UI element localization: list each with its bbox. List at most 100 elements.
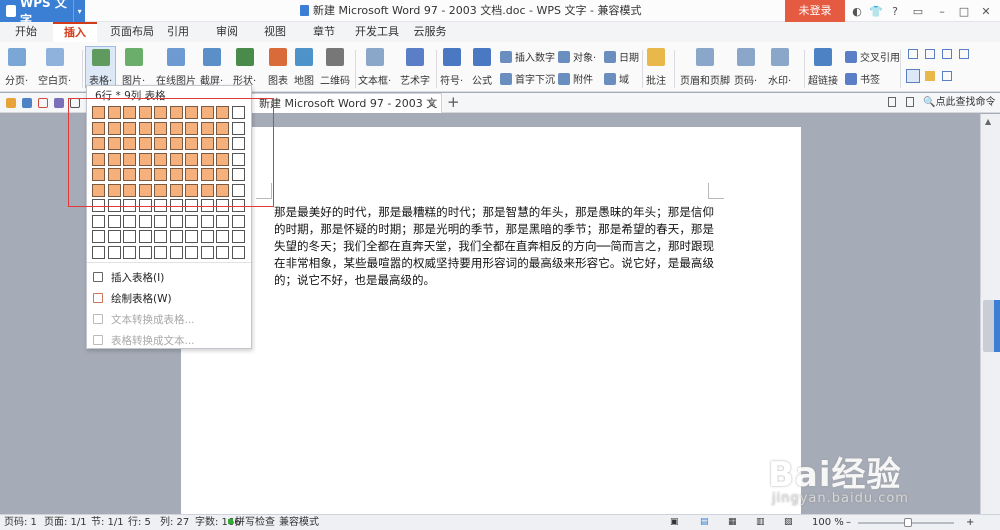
table-grid-cell[interactable] (92, 230, 105, 243)
layout-icon[interactable] (906, 69, 920, 83)
spell-check[interactable]: 拼写检查 (228, 515, 275, 530)
scroll-up-icon[interactable]: ▲ (985, 117, 991, 126)
tab-start[interactable]: 开始 (8, 22, 44, 42)
layout-icon[interactable] (925, 71, 935, 81)
formula-button[interactable]: 公式 (472, 48, 492, 87)
doc-layout-icon[interactable] (888, 97, 896, 107)
drop-cap-button[interactable]: 首字下沉 (500, 71, 555, 86)
table-grid-cell[interactable] (185, 214, 198, 228)
print-icon[interactable] (54, 98, 64, 108)
close-tab-icon[interactable]: ✕ (428, 94, 437, 113)
help-icon[interactable]: ? (887, 3, 903, 19)
page-break-button[interactable]: 分页· (5, 48, 28, 87)
layout-icon[interactable] (925, 49, 935, 59)
app-menu-button[interactable]: WPS 文字 ▾ (0, 0, 85, 27)
tab-view[interactable]: 视图 (260, 22, 290, 42)
table-grid-cell[interactable] (200, 245, 214, 259)
document-tab[interactable]: 新建 Microsoft Word 97 - 2003 文档.doc ✕ (250, 93, 442, 129)
table-grid-cell[interactable] (169, 230, 183, 243)
close-icon[interactable]: ✕ (978, 3, 994, 19)
zoom-level[interactable]: 100 % (812, 515, 844, 530)
table-grid-cell[interactable] (200, 230, 214, 243)
object-button[interactable]: 对象· (558, 49, 596, 64)
reading-view-icon[interactable]: ▧ (784, 515, 793, 530)
table-grid-cell[interactable] (154, 245, 167, 259)
textbox-button[interactable]: 文本框· (358, 48, 391, 87)
table-grid-cell[interactable] (231, 230, 245, 243)
cross-ref-button[interactable]: 交叉引用 (845, 49, 900, 64)
insert-number-button[interactable]: 插入数字 (500, 49, 555, 64)
restore-ribbon-icon[interactable]: ▭ (910, 3, 926, 19)
view-icon[interactable]: ▣ (670, 515, 679, 530)
screenshot-button[interactable]: 截屏· (200, 48, 223, 87)
hyperlink-button[interactable]: 超链接 (808, 48, 838, 87)
chart-button[interactable]: 图表 (268, 48, 288, 87)
tab-cloud[interactable]: 云服务 (408, 22, 452, 42)
draw-table-item[interactable]: 绘制表格(W) (93, 289, 172, 307)
header-footer-button[interactable]: 页眉和页脚 (680, 48, 730, 87)
insert-table-item[interactable]: 插入表格(I) (93, 268, 164, 286)
online-picture-button[interactable]: 在线图片 (156, 48, 196, 87)
table-grid-cell[interactable] (92, 245, 105, 259)
document-body-text[interactable]: 那是最美好的时代，那是最糟糕的时代；那是智慧的年头，那是愚昧的年头；那是信仰的时… (274, 204, 714, 289)
login-button[interactable]: 未登录 (785, 0, 845, 22)
symbol-button[interactable]: 符号· (440, 48, 463, 87)
export-pdf-icon[interactable] (38, 98, 48, 108)
table-grid-cell[interactable] (154, 214, 167, 228)
doc-layout-icon[interactable] (906, 97, 914, 107)
table-grid-cell[interactable] (107, 230, 121, 243)
picture-button[interactable]: 图片· (122, 48, 145, 87)
table-grid-cell[interactable] (185, 230, 198, 243)
tab-review[interactable]: 审阅 (212, 22, 242, 42)
table-button[interactable]: 表格· (85, 46, 117, 88)
shapes-button[interactable]: 形状· (233, 48, 256, 87)
zoom-out-button[interactable]: – (846, 515, 851, 530)
web-view-icon[interactable]: ▦ (728, 515, 737, 530)
layout-icon[interactable] (959, 49, 969, 59)
zoom-slider-handle[interactable] (904, 518, 912, 527)
table-grid-cell[interactable] (216, 214, 229, 228)
maximize-icon[interactable]: □ (956, 3, 972, 19)
table-grid-cell[interactable] (231, 214, 245, 228)
tab-developer[interactable]: 开发工具 (349, 22, 405, 42)
table-grid-cell[interactable] (185, 245, 198, 259)
attachment-button[interactable]: 附件 (558, 71, 593, 86)
tab-references[interactable]: 引用 (163, 22, 193, 42)
new-tab-button[interactable]: + (447, 93, 460, 113)
table-grid-cell[interactable] (107, 245, 121, 259)
layout-icon[interactable] (908, 49, 918, 59)
app-dropdown-button[interactable]: ▾ (73, 0, 85, 22)
qrcode-button[interactable]: 二维码 (320, 48, 350, 87)
bookmark-button[interactable]: 书签 (845, 71, 880, 86)
blank-page-button[interactable]: 空白页· (38, 48, 71, 87)
table-grid-cell[interactable] (123, 245, 136, 259)
table-grid-cell[interactable] (138, 214, 152, 228)
tab-insert[interactable]: 插入 (53, 22, 97, 42)
page-view-icon[interactable]: ▤ (700, 515, 709, 530)
map-button[interactable]: 地图 (294, 48, 314, 87)
side-panel-handle[interactable] (994, 300, 1000, 352)
date-button[interactable]: 日期 (604, 49, 639, 64)
wordart-button[interactable]: 艺术字 (400, 48, 430, 87)
table-grid-cell[interactable] (200, 214, 214, 228)
comment-button[interactable]: 批注 (646, 48, 666, 87)
table-grid-cell[interactable] (216, 245, 229, 259)
layout-icon[interactable] (942, 71, 952, 81)
tab-chapter[interactable]: 章节 (309, 22, 339, 42)
table-grid-cell[interactable] (154, 230, 167, 243)
field-button[interactable]: 域 (604, 71, 629, 86)
save-icon[interactable] (22, 98, 32, 108)
table-grid-cell[interactable] (169, 214, 183, 228)
zoom-in-button[interactable]: + (966, 515, 974, 530)
table-grid-cell[interactable] (107, 214, 121, 228)
minimize-icon[interactable]: – (934, 3, 950, 19)
table-grid-cell[interactable] (138, 245, 152, 259)
skin-icon[interactable]: ◐ (849, 3, 865, 19)
shirt-icon[interactable]: 👕 (868, 3, 884, 19)
outline-view-icon[interactable]: ▥ (756, 515, 765, 530)
table-grid-cell[interactable] (169, 245, 183, 259)
open-icon[interactable] (6, 98, 16, 108)
tab-page-layout[interactable]: 页面布局 (104, 22, 160, 42)
table-grid-cell[interactable] (123, 214, 136, 228)
layout-icon[interactable] (942, 49, 952, 59)
